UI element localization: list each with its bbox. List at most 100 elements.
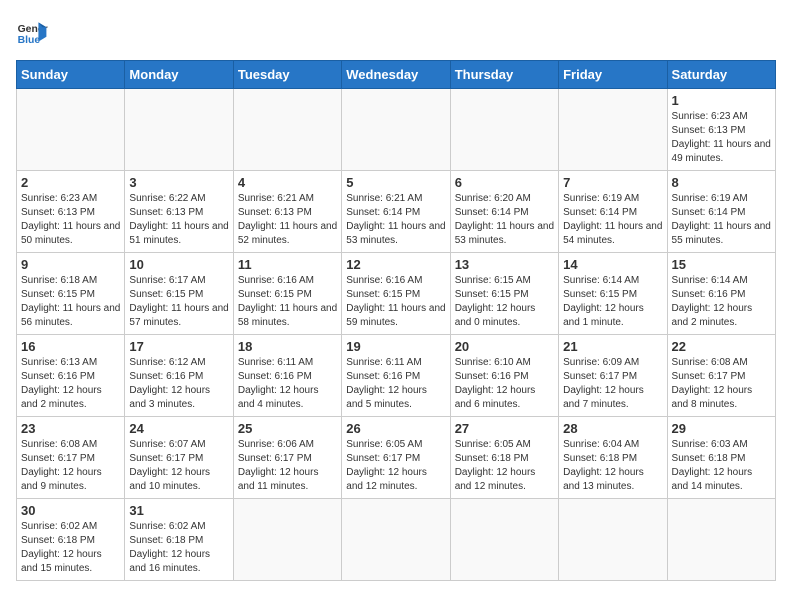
logo: General Blue (16, 16, 48, 48)
day-number: 16 (21, 339, 120, 354)
weekday-header-row: Sunday Monday Tuesday Wednesday Thursday… (17, 61, 776, 89)
day-cell-13: 13 Sunrise: 6:15 AM Sunset: 6:15 PM Dayl… (450, 253, 558, 335)
empty-day-cell (342, 89, 450, 171)
day-number: 10 (129, 257, 228, 272)
day-number: 23 (21, 421, 120, 436)
day-info: Sunrise: 6:16 AM Sunset: 6:15 PM Dayligh… (346, 274, 445, 330)
day-info: Sunrise: 6:12 AM Sunset: 6:16 PM Dayligh… (129, 356, 228, 412)
day-info: Sunrise: 6:21 AM Sunset: 6:13 PM Dayligh… (238, 192, 337, 248)
header-sunday: Sunday (17, 61, 125, 89)
day-cell-23: 23 Sunrise: 6:08 AM Sunset: 6:17 PM Dayl… (17, 417, 125, 499)
day-number: 22 (672, 339, 771, 354)
day-info: Sunrise: 6:14 AM Sunset: 6:15 PM Dayligh… (563, 274, 662, 330)
day-number: 18 (238, 339, 337, 354)
day-cell-8: 8 Sunrise: 6:19 AM Sunset: 6:14 PM Dayli… (667, 171, 775, 253)
day-number: 20 (455, 339, 554, 354)
day-number: 14 (563, 257, 662, 272)
empty-day-cell (233, 89, 341, 171)
header-thursday: Thursday (450, 61, 558, 89)
day-info: Sunrise: 6:19 AM Sunset: 6:14 PM Dayligh… (672, 192, 771, 248)
day-cell-10: 10 Sunrise: 6:17 AM Sunset: 6:15 PM Dayl… (125, 253, 233, 335)
day-info: Sunrise: 6:20 AM Sunset: 6:14 PM Dayligh… (455, 192, 554, 248)
day-info: Sunrise: 6:02 AM Sunset: 6:18 PM Dayligh… (21, 520, 120, 576)
day-number: 8 (672, 175, 771, 190)
empty-day-cell (342, 499, 450, 581)
day-info: Sunrise: 6:17 AM Sunset: 6:15 PM Dayligh… (129, 274, 228, 330)
day-info: Sunrise: 6:21 AM Sunset: 6:14 PM Dayligh… (346, 192, 445, 248)
day-info: Sunrise: 6:13 AM Sunset: 6:16 PM Dayligh… (21, 356, 120, 412)
calendar-week-row: 16 Sunrise: 6:13 AM Sunset: 6:16 PM Dayl… (17, 335, 776, 417)
day-number: 2 (21, 175, 120, 190)
day-info: Sunrise: 6:15 AM Sunset: 6:15 PM Dayligh… (455, 274, 554, 330)
day-number: 12 (346, 257, 445, 272)
day-cell-9: 9 Sunrise: 6:18 AM Sunset: 6:15 PM Dayli… (17, 253, 125, 335)
day-cell-4: 4 Sunrise: 6:21 AM Sunset: 6:13 PM Dayli… (233, 171, 341, 253)
day-number: 24 (129, 421, 228, 436)
day-number: 28 (563, 421, 662, 436)
empty-day-cell (450, 499, 558, 581)
page-header: General Blue (16, 16, 776, 48)
day-info: Sunrise: 6:19 AM Sunset: 6:14 PM Dayligh… (563, 192, 662, 248)
day-number: 11 (238, 257, 337, 272)
day-info: Sunrise: 6:18 AM Sunset: 6:15 PM Dayligh… (21, 274, 120, 330)
day-number: 27 (455, 421, 554, 436)
day-cell-26: 26 Sunrise: 6:05 AM Sunset: 6:17 PM Dayl… (342, 417, 450, 499)
day-cell-21: 21 Sunrise: 6:09 AM Sunset: 6:17 PM Dayl… (559, 335, 667, 417)
day-info: Sunrise: 6:07 AM Sunset: 6:17 PM Dayligh… (129, 438, 228, 494)
day-cell-16: 16 Sunrise: 6:13 AM Sunset: 6:16 PM Dayl… (17, 335, 125, 417)
day-number: 4 (238, 175, 337, 190)
day-number: 13 (455, 257, 554, 272)
calendar-week-row: 1 Sunrise: 6:23 AM Sunset: 6:13 PM Dayli… (17, 89, 776, 171)
day-cell-7: 7 Sunrise: 6:19 AM Sunset: 6:14 PM Dayli… (559, 171, 667, 253)
day-info: Sunrise: 6:11 AM Sunset: 6:16 PM Dayligh… (238, 356, 337, 412)
calendar-week-row: 9 Sunrise: 6:18 AM Sunset: 6:15 PM Dayli… (17, 253, 776, 335)
logo-icon: General Blue (16, 16, 48, 48)
day-info: Sunrise: 6:22 AM Sunset: 6:13 PM Dayligh… (129, 192, 228, 248)
day-cell-24: 24 Sunrise: 6:07 AM Sunset: 6:17 PM Dayl… (125, 417, 233, 499)
day-info: Sunrise: 6:10 AM Sunset: 6:16 PM Dayligh… (455, 356, 554, 412)
day-info: Sunrise: 6:05 AM Sunset: 6:18 PM Dayligh… (455, 438, 554, 494)
day-info: Sunrise: 6:02 AM Sunset: 6:18 PM Dayligh… (129, 520, 228, 576)
empty-day-cell (450, 89, 558, 171)
day-number: 6 (455, 175, 554, 190)
day-number: 21 (563, 339, 662, 354)
header-monday: Monday (125, 61, 233, 89)
day-cell-11: 11 Sunrise: 6:16 AM Sunset: 6:15 PM Dayl… (233, 253, 341, 335)
day-cell-1: 1 Sunrise: 6:23 AM Sunset: 6:13 PM Dayli… (667, 89, 775, 171)
day-info: Sunrise: 6:11 AM Sunset: 6:16 PM Dayligh… (346, 356, 445, 412)
header-friday: Friday (559, 61, 667, 89)
calendar-week-row: 23 Sunrise: 6:08 AM Sunset: 6:17 PM Dayl… (17, 417, 776, 499)
day-number: 3 (129, 175, 228, 190)
day-info: Sunrise: 6:23 AM Sunset: 6:13 PM Dayligh… (672, 110, 771, 166)
day-cell-18: 18 Sunrise: 6:11 AM Sunset: 6:16 PM Dayl… (233, 335, 341, 417)
day-cell-14: 14 Sunrise: 6:14 AM Sunset: 6:15 PM Dayl… (559, 253, 667, 335)
day-info: Sunrise: 6:14 AM Sunset: 6:16 PM Dayligh… (672, 274, 771, 330)
day-cell-5: 5 Sunrise: 6:21 AM Sunset: 6:14 PM Dayli… (342, 171, 450, 253)
day-info: Sunrise: 6:08 AM Sunset: 6:17 PM Dayligh… (672, 356, 771, 412)
day-cell-20: 20 Sunrise: 6:10 AM Sunset: 6:16 PM Dayl… (450, 335, 558, 417)
day-info: Sunrise: 6:09 AM Sunset: 6:17 PM Dayligh… (563, 356, 662, 412)
header-saturday: Saturday (667, 61, 775, 89)
day-cell-12: 12 Sunrise: 6:16 AM Sunset: 6:15 PM Dayl… (342, 253, 450, 335)
day-cell-15: 15 Sunrise: 6:14 AM Sunset: 6:16 PM Dayl… (667, 253, 775, 335)
day-cell-6: 6 Sunrise: 6:20 AM Sunset: 6:14 PM Dayli… (450, 171, 558, 253)
empty-day-cell (233, 499, 341, 581)
header-tuesday: Tuesday (233, 61, 341, 89)
day-cell-19: 19 Sunrise: 6:11 AM Sunset: 6:16 PM Dayl… (342, 335, 450, 417)
day-number: 5 (346, 175, 445, 190)
day-number: 15 (672, 257, 771, 272)
day-info: Sunrise: 6:08 AM Sunset: 6:17 PM Dayligh… (21, 438, 120, 494)
empty-day-cell (559, 89, 667, 171)
day-info: Sunrise: 6:04 AM Sunset: 6:18 PM Dayligh… (563, 438, 662, 494)
day-number: 29 (672, 421, 771, 436)
empty-day-cell (559, 499, 667, 581)
day-number: 17 (129, 339, 228, 354)
day-number: 26 (346, 421, 445, 436)
day-info: Sunrise: 6:16 AM Sunset: 6:15 PM Dayligh… (238, 274, 337, 330)
day-number: 25 (238, 421, 337, 436)
day-number: 7 (563, 175, 662, 190)
empty-day-cell (17, 89, 125, 171)
day-cell-25: 25 Sunrise: 6:06 AM Sunset: 6:17 PM Dayl… (233, 417, 341, 499)
calendar-week-row: 30 Sunrise: 6:02 AM Sunset: 6:18 PM Dayl… (17, 499, 776, 581)
day-cell-27: 27 Sunrise: 6:05 AM Sunset: 6:18 PM Dayl… (450, 417, 558, 499)
